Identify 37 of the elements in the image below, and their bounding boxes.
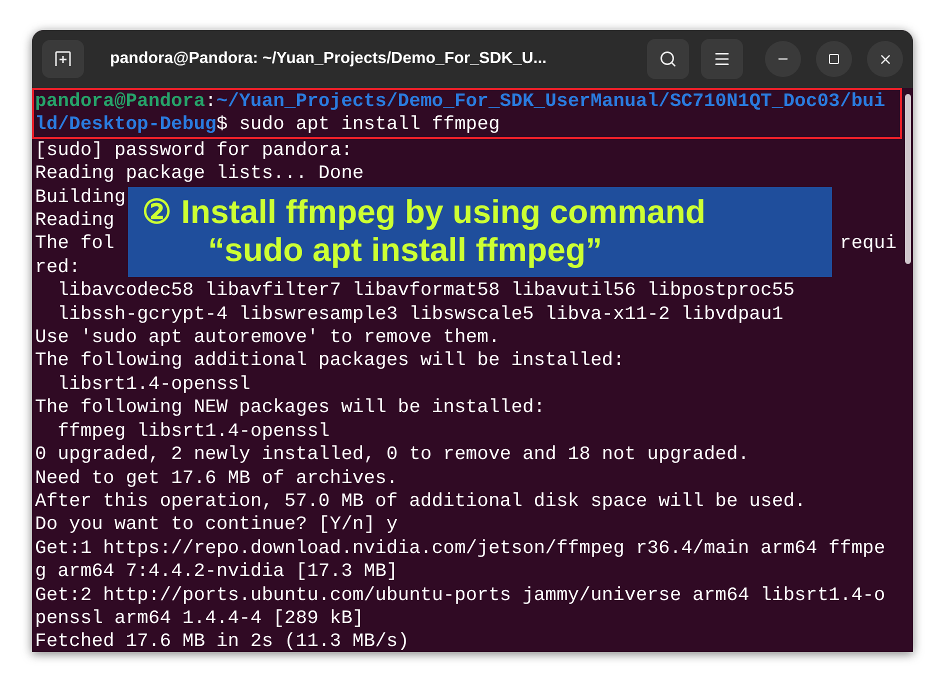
close-button[interactable]: [867, 41, 903, 77]
output-line: Reading package lists... Done: [35, 162, 364, 186]
output-line: Get:1 https://repo.download.nvidia.com/jetson/ffmpeg r36.4/main arm64 ffmpe: [35, 536, 886, 560]
output-line: [sudo] password for pandora:: [35, 138, 352, 162]
window-title: pandora@Pandora: ~/Yuan_Projects/Demo_For_SDK_U...: [110, 49, 547, 69]
output-line: Get:2 http://ports.ubuntu.com/ubuntu-ports jammy/universe arm64 libsrt1.4-o: [35, 584, 886, 607]
maximize-button[interactable]: [816, 41, 852, 77]
search-icon: [659, 50, 677, 68]
output-line: Need to get 17.6 MB of archives.: [35, 466, 398, 490]
maximize-icon: [828, 53, 840, 65]
annotation-text: “sudo apt install ffmpeg”: [207, 231, 604, 269]
output-line: The following NEW packages will be installed:: [35, 396, 546, 420]
output-line: libssh-gcrypt-4 libswresample3 libswscale5 libva-x11-2 libvdpau1: [56, 302, 784, 326]
output-line: Use 'sudo apt autoremove' to remove them.: [35, 326, 500, 350]
menu-button[interactable]: [701, 39, 743, 79]
annotation-text: ② Install ffmpeg by using command: [142, 193, 707, 231]
search-button[interactable]: [647, 39, 689, 79]
menu-icon: [713, 50, 731, 68]
output-line: red:: [35, 256, 80, 280]
output-line: ffmpeg libsrt1.4-openssl: [56, 420, 330, 444]
output-line: g arm64 7:4.4.2-nvidia [17.3 MB]: [35, 560, 398, 584]
output-line: After this operation, 57.0 MB of additional disk space will be used.: [35, 490, 806, 514]
new-tab-button[interactable]: [42, 40, 84, 78]
scrollbar-thumb[interactable]: [904, 94, 910, 264]
command-prompt: pandora@Pandora:~/Yuan_Projects/Demo_For_SDK_UserManual/SC710N1QT_Doc03/build/Desktop-Debug$ sudo apt install ffmpeg: [35, 90, 886, 137]
output-line: The following additional packages will be installed:: [35, 349, 624, 373]
output-line: requi: [840, 232, 897, 256]
output-line: Do you want to continue? [Y/n] y: [35, 513, 398, 537]
output-line: Fetched 17.6 MB in 2s (11.3 MB/s): [35, 630, 410, 652]
output-line: The fol: [35, 232, 114, 256]
output-line: penssl arm64 1.4.4-4 [289 kB]: [35, 606, 364, 630]
output-line: Reading: [35, 209, 114, 232]
output-line: 0 upgraded, 2 newly installed, 0 to remove and 18 not upgraded.: [35, 443, 750, 466]
new-tab-icon: [54, 50, 72, 68]
output-line: Building: [35, 186, 126, 210]
output-line: libavcodec58 libavfilter7 libavformat58 libavutil56 libpostproc55: [56, 279, 795, 303]
output-line: libsrt1.4-openssl: [56, 372, 250, 396]
